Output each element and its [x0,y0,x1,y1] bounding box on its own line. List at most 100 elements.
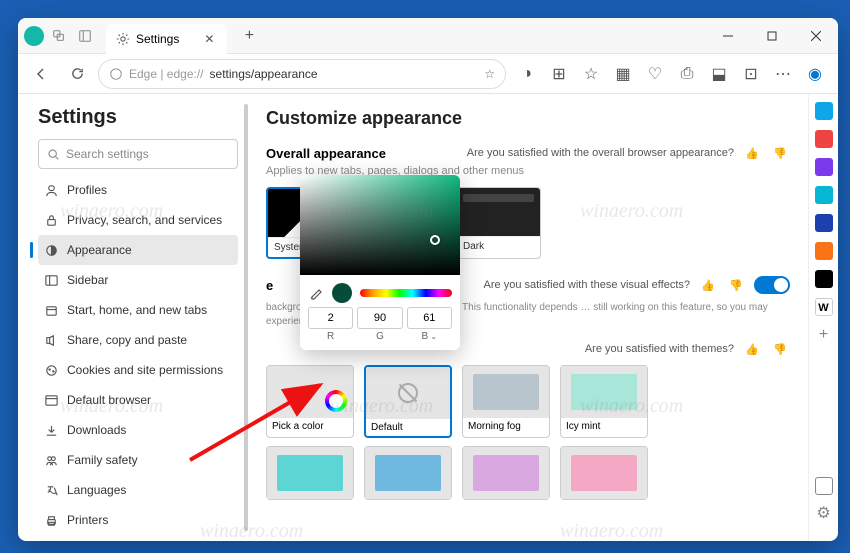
screenshot-icon[interactable]: ⎙ [672,59,702,89]
thumbs-up-icon[interactable]: 👍 [742,143,762,163]
new-tab-button[interactable]: + [235,22,263,50]
visual-effects-title-fragment: e [266,278,273,293]
more-icon[interactable]: ⋯ [768,59,798,89]
search-input[interactable]: Search settings [38,139,238,169]
sidebar-item-label: Printers [67,513,108,527]
sidebar-item-label: Family safety [67,453,138,467]
favorites-icon[interactable]: ☆ [576,59,606,89]
sidebar-panel-icon[interactable] [815,477,833,495]
sidebar-item-lang[interactable]: Languages [38,475,238,505]
color-cursor[interactable] [430,235,440,245]
theme-card[interactable] [364,446,452,500]
profile-avatar-icon[interactable] [24,26,44,46]
search-placeholder: Search settings [66,147,149,161]
sidebar-item-share[interactable]: Share, copy and paste [38,325,238,355]
theme-picker[interactable]: Pick a color [266,365,354,438]
sidebar-item-browser[interactable]: Default browser [38,385,238,415]
toolbar: Edge | edge://settings/appearance ☆ ◑ ⊞ … [18,54,838,94]
theme-card[interactable] [560,446,648,500]
sidebar-item-profile[interactable]: Profiles [38,175,238,205]
visual-effects-toggle[interactable] [754,276,790,294]
sidebar-item-label: Share, copy and paste [67,333,187,347]
tab-title: Settings [136,32,179,46]
overall-appearance-title: Overall appearance [266,146,386,161]
close-window-button[interactable] [794,18,838,54]
color-g-label: G [357,331,402,342]
sidebar-app-7[interactable] [815,270,833,288]
edge-icon [109,67,123,81]
theme-card[interactable] [266,446,354,500]
thumbs-down-icon[interactable]: 👎 [770,339,790,359]
browser-icon [44,393,59,408]
color-b-input[interactable]: 61 [407,307,452,329]
color-g-input[interactable]: 90 [357,307,402,329]
sidebar-app-w[interactable]: W [815,298,833,316]
color-swatch [332,283,352,303]
collections-icon[interactable]: ▦ [608,59,638,89]
theme-default[interactable]: Default [364,365,452,438]
extensions-icon[interactable]: ⊞ [544,59,574,89]
sidebar-app-6[interactable] [815,242,833,260]
sidebar-item-sidebar[interactable]: Sidebar [38,265,238,295]
sidebar-app-2[interactable] [815,130,833,148]
theme-icy-mint[interactable]: Icy mint [560,365,648,438]
color-r-label: R [308,331,353,342]
sidebar-item-printer[interactable]: Printers [38,505,238,535]
lock-icon [44,213,59,228]
sidebar-item-label: Privacy, search, and services [67,213,222,227]
theme-label: Default [366,419,450,436]
close-tab-icon[interactable]: ✕ [201,31,217,47]
address-bar[interactable]: Edge | edge://settings/appearance ☆ [98,59,506,89]
sidebar-app-5[interactable] [815,214,833,232]
feedback-question: Are you satisfied with the overall brows… [467,147,734,159]
sidebar-add-icon[interactable]: + [815,326,833,344]
cookie-icon [44,363,59,378]
sidebar-item-home[interactable]: Start, home, and new tabs [38,295,238,325]
sidebar-item-perf[interactable]: System and performance [38,535,238,541]
sidebar-item-cookie[interactable]: Cookies and site permissions [38,355,238,385]
heart-icon[interactable]: ♡ [640,59,670,89]
appearance-option-dark[interactable]: Dark [456,187,541,259]
ext2-icon[interactable]: ⊡ [736,59,766,89]
hue-slider[interactable] [360,289,452,297]
vertical-tabs-icon[interactable] [74,25,96,47]
downloads-icon[interactable]: ⬓ [704,59,734,89]
sidebar-app-4[interactable] [815,186,833,204]
thumbs-up-icon[interactable]: 👍 [742,339,762,359]
sidebar-item-appearance[interactable]: Appearance [38,235,238,265]
feedback-question-themes: Are you satisfied with themes? [585,343,734,355]
sidebar-app-3[interactable] [815,158,833,176]
sidebar-item-download[interactable]: Downloads [38,415,238,445]
sidebar-icon [44,273,59,288]
feedback-question-effects: Are you satisfied with these visual effe… [484,279,690,291]
back-button[interactable] [26,59,56,89]
sidebar-settings-icon[interactable]: ⚙ [815,505,833,523]
share-icon [44,333,59,348]
appearance-option-label: Dark [457,236,540,256]
copilot-icon[interactable]: ◉ [800,59,830,89]
favorite-icon[interactable]: ☆ [484,67,495,81]
thumbs-up-icon[interactable]: 👍 [698,275,718,295]
profile-icon [44,183,59,198]
color-picker-popover: 2 90 61 R G B [300,175,460,350]
color-r-input[interactable]: 2 [308,307,353,329]
url-path: settings/appearance [210,67,318,81]
sidebar-app-1[interactable] [815,102,833,120]
sidebar-item-family[interactable]: Family safety [38,445,238,475]
thumbs-down-icon[interactable]: 👎 [770,143,790,163]
tracking-icon[interactable]: ◑ [512,59,542,89]
eyedropper-icon[interactable] [308,285,324,301]
search-icon [47,148,60,161]
refresh-button[interactable] [62,59,92,89]
family-icon [44,453,59,468]
theme-morning-fog[interactable]: Morning fog [462,365,550,438]
browser-tab[interactable]: Settings ✕ [106,24,227,54]
workspaces-icon[interactable] [48,25,70,47]
color-gradient-area[interactable] [300,175,460,275]
color-b-label: B [407,331,452,342]
theme-card[interactable] [462,446,550,500]
maximize-button[interactable] [750,18,794,54]
minimize-button[interactable] [706,18,750,54]
thumbs-down-icon[interactable]: 👎 [726,275,746,295]
sidebar-item-lock[interactable]: Privacy, search, and services [38,205,238,235]
